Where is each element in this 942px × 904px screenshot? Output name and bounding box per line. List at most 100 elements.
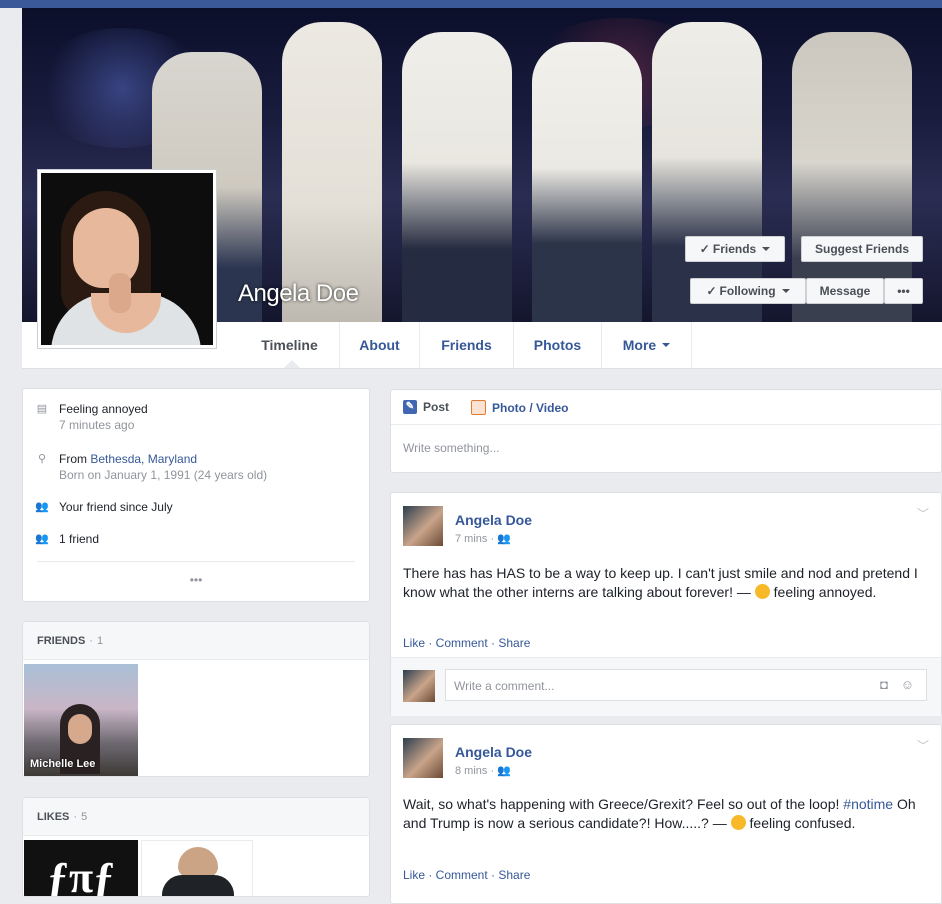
more-dots-icon: ••• (897, 284, 910, 298)
friend-name[interactable]: Michelle Lee (30, 758, 95, 770)
birthday-text: Born on January 1, 1991 (24 years old) (59, 468, 268, 482)
profile-picture[interactable] (37, 169, 217, 349)
location-pin-icon: ⚲ (37, 453, 47, 465)
post-author[interactable]: Angela Doe (455, 512, 532, 528)
cover-figure (652, 22, 762, 322)
more-options-button[interactable]: ••• (884, 278, 923, 304)
comment-input[interactable]: Write a comment... ◘ ☺ (445, 669, 927, 701)
check-icon: ✓ (699, 242, 710, 256)
post-author[interactable]: Angela Doe (455, 744, 532, 760)
photo-icon (471, 400, 486, 415)
composer-post-label: Post (423, 400, 450, 414)
hometown-link[interactable]: Bethesda, Maryland (90, 452, 197, 466)
friend-since-text: Your friend since July (59, 500, 173, 514)
tab-about[interactable]: About (340, 322, 420, 368)
profile-name[interactable]: Angela Doe (238, 280, 359, 308)
post-text: There has has HAS to be a way to keep up… (403, 564, 927, 602)
top-bar (0, 0, 942, 8)
tab-label: Friends (441, 337, 492, 353)
tab-photos[interactable]: Photos (514, 322, 602, 368)
cover-figure (532, 42, 642, 322)
intro-from-row: ⚲ From Bethesda, Maryland Born on Januar… (35, 451, 267, 483)
post-meta: 7 mins · 👥 (455, 532, 511, 545)
post-actions[interactable]: Like · Comment · Share (403, 636, 530, 650)
cover-figure (402, 32, 512, 322)
friends-card: FRIENDS · 1 Michelle Lee (22, 621, 370, 777)
friends-card-header[interactable]: FRIENDS · 1 (23, 622, 369, 660)
message-button-label: Message (819, 284, 871, 298)
friends-card-count: 1 (96, 634, 104, 647)
emoji-icon[interactable]: ☺ (901, 677, 914, 692)
chevron-down-icon (662, 343, 671, 347)
avatar[interactable] (403, 506, 443, 546)
post-body: Wait, so what's happening with Greece/Gr… (403, 796, 840, 812)
like-page-logo[interactable]: ƒπƒ (24, 840, 138, 896)
suggest-friends-label: Suggest Friends (814, 242, 909, 256)
tab-label: About (359, 337, 400, 353)
post-timestamp[interactable]: 7 mins · (455, 533, 494, 545)
post-feeling: feeling confused. (749, 815, 856, 831)
intro-feeling: Feeling annoyed (59, 402, 148, 416)
tab-label: Photos (533, 337, 582, 353)
friends-button[interactable]: ✓ Friends (685, 236, 785, 262)
post-actions[interactable]: Like · Comment · Share (403, 868, 530, 882)
avatar[interactable] (403, 670, 435, 702)
audience-friends-icon[interactable]: 👥 (497, 533, 511, 545)
hashtag-link[interactable]: #notime (843, 796, 893, 812)
from-label: From (59, 452, 87, 466)
message-button[interactable]: Message (806, 278, 884, 304)
status-icon: ▤ (36, 403, 48, 415)
composer-post-tab[interactable]: ✎ Post (403, 400, 449, 414)
intro-card: ▤ Feeling annoyed 7 minutes ago ⚲ From B… (22, 388, 370, 602)
post-meta: 8 mins · 👥 (455, 764, 511, 777)
check-icon: ✓ (706, 284, 717, 298)
chevron-down-icon (762, 247, 771, 251)
composer-photo-label: Photo / Video (492, 400, 569, 415)
chevron-down-icon[interactable]: ﹀ (917, 505, 929, 522)
intro-friend-since-row: 👥 Your friend since July (35, 499, 173, 515)
profile-photo (41, 173, 213, 345)
post-feeling: feeling annoyed. (773, 584, 877, 600)
friends-card-title: FRIENDS (37, 634, 86, 647)
annoyed-emoji-icon (754, 584, 770, 599)
see-more-dots[interactable]: ••• (23, 573, 369, 587)
post-card: ﹀ Angela Doe 8 mins · 👥 Wait, so what's … (390, 724, 942, 904)
friends-icon: 👥 (35, 533, 49, 545)
post-text: Wait, so what's happening with Greece/Gr… (403, 795, 927, 833)
intro-feeling-time[interactable]: 7 minutes ago (59, 417, 148, 433)
active-tab-indicator (284, 360, 300, 368)
confused-emoji-icon (730, 815, 746, 830)
friend-count-text[interactable]: 1 friend (59, 531, 99, 547)
intro-feeling-row: ▤ Feeling annoyed 7 minutes ago (35, 401, 148, 433)
friends-button-label: Friends (712, 242, 757, 256)
composer-input[interactable]: Write something... (403, 441, 499, 455)
likes-card-header[interactable]: LIKES · 5 (23, 798, 369, 836)
post-timestamp[interactable]: 8 mins · (455, 765, 494, 777)
cover-figure (282, 22, 382, 322)
suggest-friends-button[interactable]: Suggest Friends (801, 236, 923, 262)
following-button-label: Following (719, 284, 776, 298)
likes-card-title: LIKES (37, 810, 70, 823)
composer-photo-tab[interactable]: Photo / Video (471, 400, 568, 415)
divider (391, 424, 941, 425)
likes-card: LIKES · 5 ƒπƒ (22, 797, 370, 897)
tab-friends[interactable]: Friends (420, 322, 514, 368)
following-button[interactable]: ✓ Following (690, 278, 806, 304)
pencil-icon: ✎ (403, 400, 417, 414)
friend-thumbnail[interactable]: Michelle Lee (24, 664, 138, 776)
avatar[interactable] (403, 738, 443, 778)
chevron-down-icon[interactable]: ﹀ (917, 737, 929, 754)
tab-label: Timeline (261, 337, 318, 353)
chevron-down-icon (781, 289, 790, 293)
camera-icon[interactable]: ◘ (880, 677, 888, 692)
tab-more[interactable]: More (602, 322, 692, 368)
tab-label: More (622, 337, 657, 353)
post-composer: ✎ Post Photo / Video Write something... (390, 389, 942, 473)
comment-placeholder: Write a comment... (454, 679, 555, 693)
like-page-thumbnail[interactable] (141, 840, 253, 896)
friends-icon: 👥 (35, 501, 49, 513)
post-card: ﹀ Angela Doe 7 mins · 👥 There has has HA… (390, 492, 942, 716)
audience-friends-icon[interactable]: 👥 (497, 765, 511, 777)
intro-friend-count-row: 👥 1 friend (35, 531, 99, 547)
divider (37, 561, 355, 562)
